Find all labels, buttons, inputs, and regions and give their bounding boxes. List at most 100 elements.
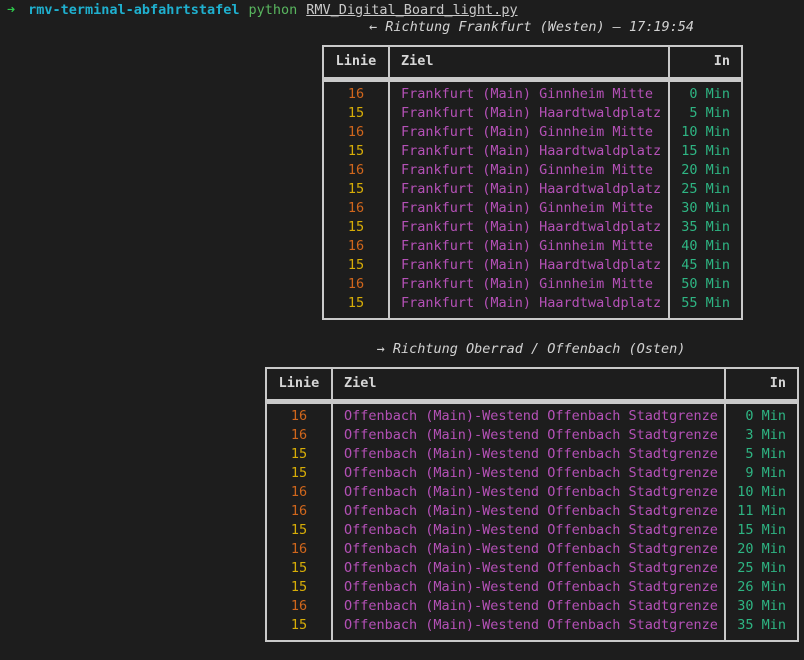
line-number-cell: 16 xyxy=(266,426,332,445)
line-number-cell: 15 xyxy=(323,180,389,199)
terminal-window[interactable]: ➜ rmv-terminal-abfahrtstafel python RMV_… xyxy=(0,0,804,660)
departure-row: 15Frankfurt (Main) Haardtwaldplatz35 Min xyxy=(323,218,742,237)
departure-board-west: Linie Ziel In 16Frankfurt (Main) Ginnhei… xyxy=(322,45,743,320)
line-number-cell: 15 xyxy=(323,256,389,275)
board-body-west: 16Frankfurt (Main) Ginnheim Mitte0 Min15… xyxy=(323,79,742,319)
destination-cell: Offenbach (Main)-Westend Offenbach Stadt… xyxy=(332,407,725,426)
minutes-cell: 40 Min xyxy=(669,237,742,256)
minutes-cell: 10 Min xyxy=(669,123,742,142)
line-number-cell: 16 xyxy=(266,407,332,426)
minutes-cell: 30 Min xyxy=(725,597,798,616)
spacer-cell xyxy=(332,635,725,641)
departure-row: 16Offenbach (Main)-Westend Offenbach Sta… xyxy=(266,540,798,559)
line-number-cell: 16 xyxy=(266,540,332,559)
minutes-cell: 10 Min xyxy=(725,483,798,502)
board-body-east: 16Offenbach (Main)-Westend Offenbach Sta… xyxy=(266,401,798,641)
minutes-cell: 25 Min xyxy=(725,559,798,578)
minutes-cell: 35 Min xyxy=(725,616,798,635)
minutes-cell: 35 Min xyxy=(669,218,742,237)
spacer-cell xyxy=(266,635,332,641)
departure-row: 16Frankfurt (Main) Ginnheim Mitte20 Min xyxy=(323,161,742,180)
minutes-cell: 15 Min xyxy=(725,521,798,540)
minutes-cell: 5 Min xyxy=(725,445,798,464)
minutes-cell: 30 Min xyxy=(669,199,742,218)
board-header-row: Linie Ziel In xyxy=(323,46,742,79)
minutes-cell: 11 Min xyxy=(725,502,798,521)
destination-cell: Frankfurt (Main) Ginnheim Mitte xyxy=(389,275,669,294)
destination-cell: Offenbach (Main)-Westend Offenbach Stadt… xyxy=(332,559,725,578)
minutes-cell: 0 Min xyxy=(725,407,798,426)
departure-row: 16Frankfurt (Main) Ginnheim Mitte50 Min xyxy=(323,275,742,294)
minutes-cell: 20 Min xyxy=(725,540,798,559)
destination-cell: Offenbach (Main)-Westend Offenbach Stadt… xyxy=(332,502,725,521)
line-number-cell: 16 xyxy=(266,597,332,616)
departure-row: 15Frankfurt (Main) Haardtwaldplatz15 Min xyxy=(323,142,742,161)
spacer-cell xyxy=(389,313,669,319)
destination-cell: Offenbach (Main)-Westend Offenbach Stadt… xyxy=(332,578,725,597)
departure-row: 15Offenbach (Main)-Westend Offenbach Sta… xyxy=(266,464,798,483)
destination-cell: Frankfurt (Main) Haardtwaldplatz xyxy=(389,256,669,275)
departure-row: 16Frankfurt (Main) Ginnheim Mitte40 Min xyxy=(323,237,742,256)
destination-cell: Frankfurt (Main) Haardtwaldplatz xyxy=(389,294,669,313)
destination-cell: Offenbach (Main)-Westend Offenbach Stadt… xyxy=(332,445,725,464)
destination-cell: Offenbach (Main)-Westend Offenbach Stadt… xyxy=(332,483,725,502)
minutes-cell: 25 Min xyxy=(669,180,742,199)
line-number-cell: 16 xyxy=(323,161,389,180)
departure-row: 16Offenbach (Main)-Westend Offenbach Sta… xyxy=(266,597,798,616)
line-number-cell: 15 xyxy=(266,616,332,635)
minutes-cell: 3 Min xyxy=(725,426,798,445)
departure-row: 16Frankfurt (Main) Ginnheim Mitte30 Min xyxy=(323,199,742,218)
board-header-row: Linie Ziel In xyxy=(266,368,798,401)
line-number-cell: 16 xyxy=(323,199,389,218)
destination-cell: Frankfurt (Main) Haardtwaldplatz xyxy=(389,180,669,199)
directory-name: rmv-terminal-abfahrtstafel xyxy=(28,1,239,20)
column-header-in: In xyxy=(725,368,798,401)
departure-row: 16Frankfurt (Main) Ginnheim Mitte0 Min xyxy=(323,85,742,104)
line-number-cell: 16 xyxy=(266,502,332,521)
departure-row: 15Offenbach (Main)-Westend Offenbach Sta… xyxy=(266,559,798,578)
departure-row: 15Offenbach (Main)-Westend Offenbach Sta… xyxy=(266,578,798,597)
destination-cell: Offenbach (Main)-Westend Offenbach Stadt… xyxy=(332,597,725,616)
column-header-ziel: Ziel xyxy=(332,368,725,401)
minutes-cell: 50 Min xyxy=(669,275,742,294)
destination-cell: Offenbach (Main)-Westend Offenbach Stadt… xyxy=(332,540,725,559)
line-number-cell: 15 xyxy=(323,142,389,161)
column-header-linie: Linie xyxy=(266,368,332,401)
destination-cell: Offenbach (Main)-Westend Offenbach Stadt… xyxy=(332,464,725,483)
minutes-cell: 55 Min xyxy=(669,294,742,313)
destination-cell: Offenbach (Main)-Westend Offenbach Stadt… xyxy=(332,521,725,540)
departure-row: 16Offenbach (Main)-Westend Offenbach Sta… xyxy=(266,426,798,445)
minutes-cell: 0 Min xyxy=(669,85,742,104)
departure-row: 15Frankfurt (Main) Haardtwaldplatz55 Min xyxy=(323,294,742,313)
line-number-cell: 16 xyxy=(323,85,389,104)
prompt-arrow-icon: ➜ xyxy=(7,1,15,20)
destination-cell: Frankfurt (Main) Ginnheim Mitte xyxy=(389,199,669,218)
departure-row: 15Offenbach (Main)-Westend Offenbach Sta… xyxy=(266,445,798,464)
spacer-row xyxy=(323,313,742,319)
spacer-row xyxy=(266,635,798,641)
line-number-cell: 16 xyxy=(266,483,332,502)
departure-row: 15Frankfurt (Main) Haardtwaldplatz25 Min xyxy=(323,180,742,199)
minutes-cell: 45 Min xyxy=(669,256,742,275)
line-number-cell: 15 xyxy=(323,294,389,313)
destination-cell: Frankfurt (Main) Haardtwaldplatz xyxy=(389,104,669,123)
column-header-ziel: Ziel xyxy=(389,46,669,79)
line-number-cell: 16 xyxy=(323,237,389,256)
minutes-cell: 5 Min xyxy=(669,104,742,123)
departure-row: 16Offenbach (Main)-Westend Offenbach Sta… xyxy=(266,483,798,502)
departure-row: 15Offenbach (Main)-Westend Offenbach Sta… xyxy=(266,616,798,635)
destination-cell: Offenbach (Main)-Westend Offenbach Stadt… xyxy=(332,616,725,635)
destination-cell: Frankfurt (Main) Ginnheim Mitte xyxy=(389,123,669,142)
departure-row: 16Offenbach (Main)-Westend Offenbach Sta… xyxy=(266,407,798,426)
departure-row: 15Frankfurt (Main) Haardtwaldplatz45 Min xyxy=(323,256,742,275)
destination-cell: Frankfurt (Main) Ginnheim Mitte xyxy=(389,161,669,180)
departure-board-east: Linie Ziel In 16Offenbach (Main)-Westend… xyxy=(265,367,799,642)
line-number-cell: 15 xyxy=(266,559,332,578)
minutes-cell: 9 Min xyxy=(725,464,798,483)
line-number-cell: 15 xyxy=(266,464,332,483)
minutes-cell: 26 Min xyxy=(725,578,798,597)
minutes-cell: 20 Min xyxy=(669,161,742,180)
line-number-cell: 15 xyxy=(323,104,389,123)
command-text: python xyxy=(248,1,297,20)
section-title-west: ← Richtung Frankfurt (Westen) – 17:19:54 xyxy=(322,18,741,37)
